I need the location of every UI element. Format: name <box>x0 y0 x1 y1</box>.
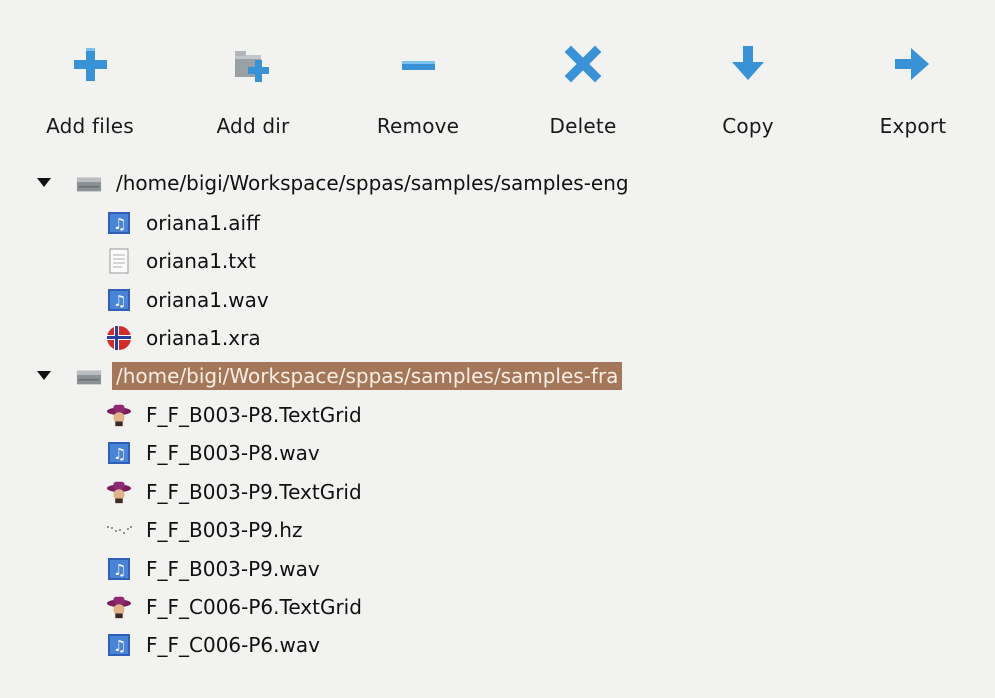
file-name: F_F_B003-P8.TextGrid <box>146 403 362 427</box>
audio-file-icon: ♫ <box>106 632 132 658</box>
praat-textgrid-icon <box>106 479 132 505</box>
add-dir-label: Add dir <box>216 114 290 138</box>
audio-file-icon: ♫ <box>106 287 132 313</box>
tree-file-row[interactable]: ♫ F_F_C006-P6.wav <box>106 628 324 662</box>
file-name: oriana1.wav <box>146 288 269 312</box>
copy-label: Copy <box>722 114 774 138</box>
audio-file-icon: ♫ <box>106 556 132 582</box>
export-button[interactable]: Export <box>848 38 978 148</box>
drive-icon <box>76 363 102 389</box>
delete-x-icon <box>564 45 602 83</box>
tree-file-row[interactable]: ♫ F_F_B003-P8.wav <box>106 436 324 470</box>
add-files-button[interactable]: Add files <box>25 38 155 148</box>
delete-label: Delete <box>549 114 617 138</box>
remove-label: Remove <box>376 114 460 138</box>
tree-dir-row[interactable]: /home/bigi/Workspace/sppas/samples/sampl… <box>34 359 623 393</box>
file-name: F_F_C006-P6.TextGrid <box>146 595 362 619</box>
tree-file-row[interactable]: F_F_C006-P6.TextGrid <box>106 590 366 624</box>
copy-button[interactable]: Copy <box>683 38 813 148</box>
file-name: oriana1.txt <box>146 249 256 273</box>
tree-file-row[interactable]: ♫ F_F_B003-P9.wav <box>106 552 324 586</box>
text-file-icon <box>106 248 132 274</box>
tree-file-row[interactable]: ♫ oriana1.aiff <box>106 206 264 240</box>
file-name: F_F_B003-P9.TextGrid <box>146 480 362 504</box>
add-files-label: Add files <box>46 114 134 138</box>
delete-button[interactable]: Delete <box>518 38 648 148</box>
svg-text:♫: ♫ <box>113 445 126 463</box>
remove-button[interactable]: Remove <box>353 38 483 148</box>
arrow-down-icon <box>732 46 764 80</box>
tree-file-row[interactable]: F_F_B003-P8.TextGrid <box>106 398 366 432</box>
praat-textgrid-icon <box>106 402 132 428</box>
add-folder-icon <box>235 51 269 82</box>
dir-path-selected: /home/bigi/Workspace/sppas/samples/sampl… <box>112 362 623 390</box>
collapse-arrow-icon[interactable] <box>34 173 54 193</box>
file-name: oriana1.aiff <box>146 211 260 235</box>
tree-file-row[interactable]: oriana1.xra <box>106 321 265 355</box>
file-name: F_F_B003-P9.hz <box>146 518 303 542</box>
svg-text:♫: ♫ <box>113 215 126 233</box>
file-name: F_F_B003-P8.wav <box>146 441 320 465</box>
arrow-right-icon <box>895 48 929 80</box>
svg-text:♫: ♫ <box>113 292 126 310</box>
flag-file-icon <box>106 325 132 351</box>
svg-text:♫: ♫ <box>113 637 126 655</box>
tree-file-row[interactable]: ♫ oriana1.wav <box>106 283 273 317</box>
audio-file-icon: ♫ <box>106 440 132 466</box>
pitch-file-icon <box>106 517 132 543</box>
tree-dir-row[interactable]: /home/bigi/Workspace/sppas/samples/sampl… <box>34 166 633 200</box>
svg-text:♫: ♫ <box>113 561 126 579</box>
file-name: F_F_C006-P6.wav <box>146 633 320 657</box>
collapse-arrow-icon[interactable] <box>34 366 54 386</box>
toolbar: Add files Add dir Remove Delete Copy Exp… <box>8 38 986 148</box>
dir-path: /home/bigi/Workspace/sppas/samples/sampl… <box>116 171 629 195</box>
file-name: oriana1.xra <box>146 326 261 350</box>
export-label: Export <box>879 114 947 138</box>
plus-icon <box>74 48 107 81</box>
drive-icon <box>76 170 102 196</box>
tree-file-row[interactable]: F_F_B003-P9.hz <box>106 513 306 547</box>
tree-file-row[interactable]: oriana1.txt <box>106 244 260 278</box>
tree-file-row[interactable]: F_F_B003-P9.TextGrid <box>106 475 366 509</box>
add-dir-button[interactable]: Add dir <box>188 38 318 148</box>
file-manager-panel: Add files Add dir Remove Delete Copy Exp… <box>8 8 986 690</box>
minus-icon <box>402 61 435 70</box>
file-name: F_F_B003-P9.wav <box>146 557 320 581</box>
praat-textgrid-icon <box>106 594 132 620</box>
audio-file-icon: ♫ <box>106 210 132 236</box>
